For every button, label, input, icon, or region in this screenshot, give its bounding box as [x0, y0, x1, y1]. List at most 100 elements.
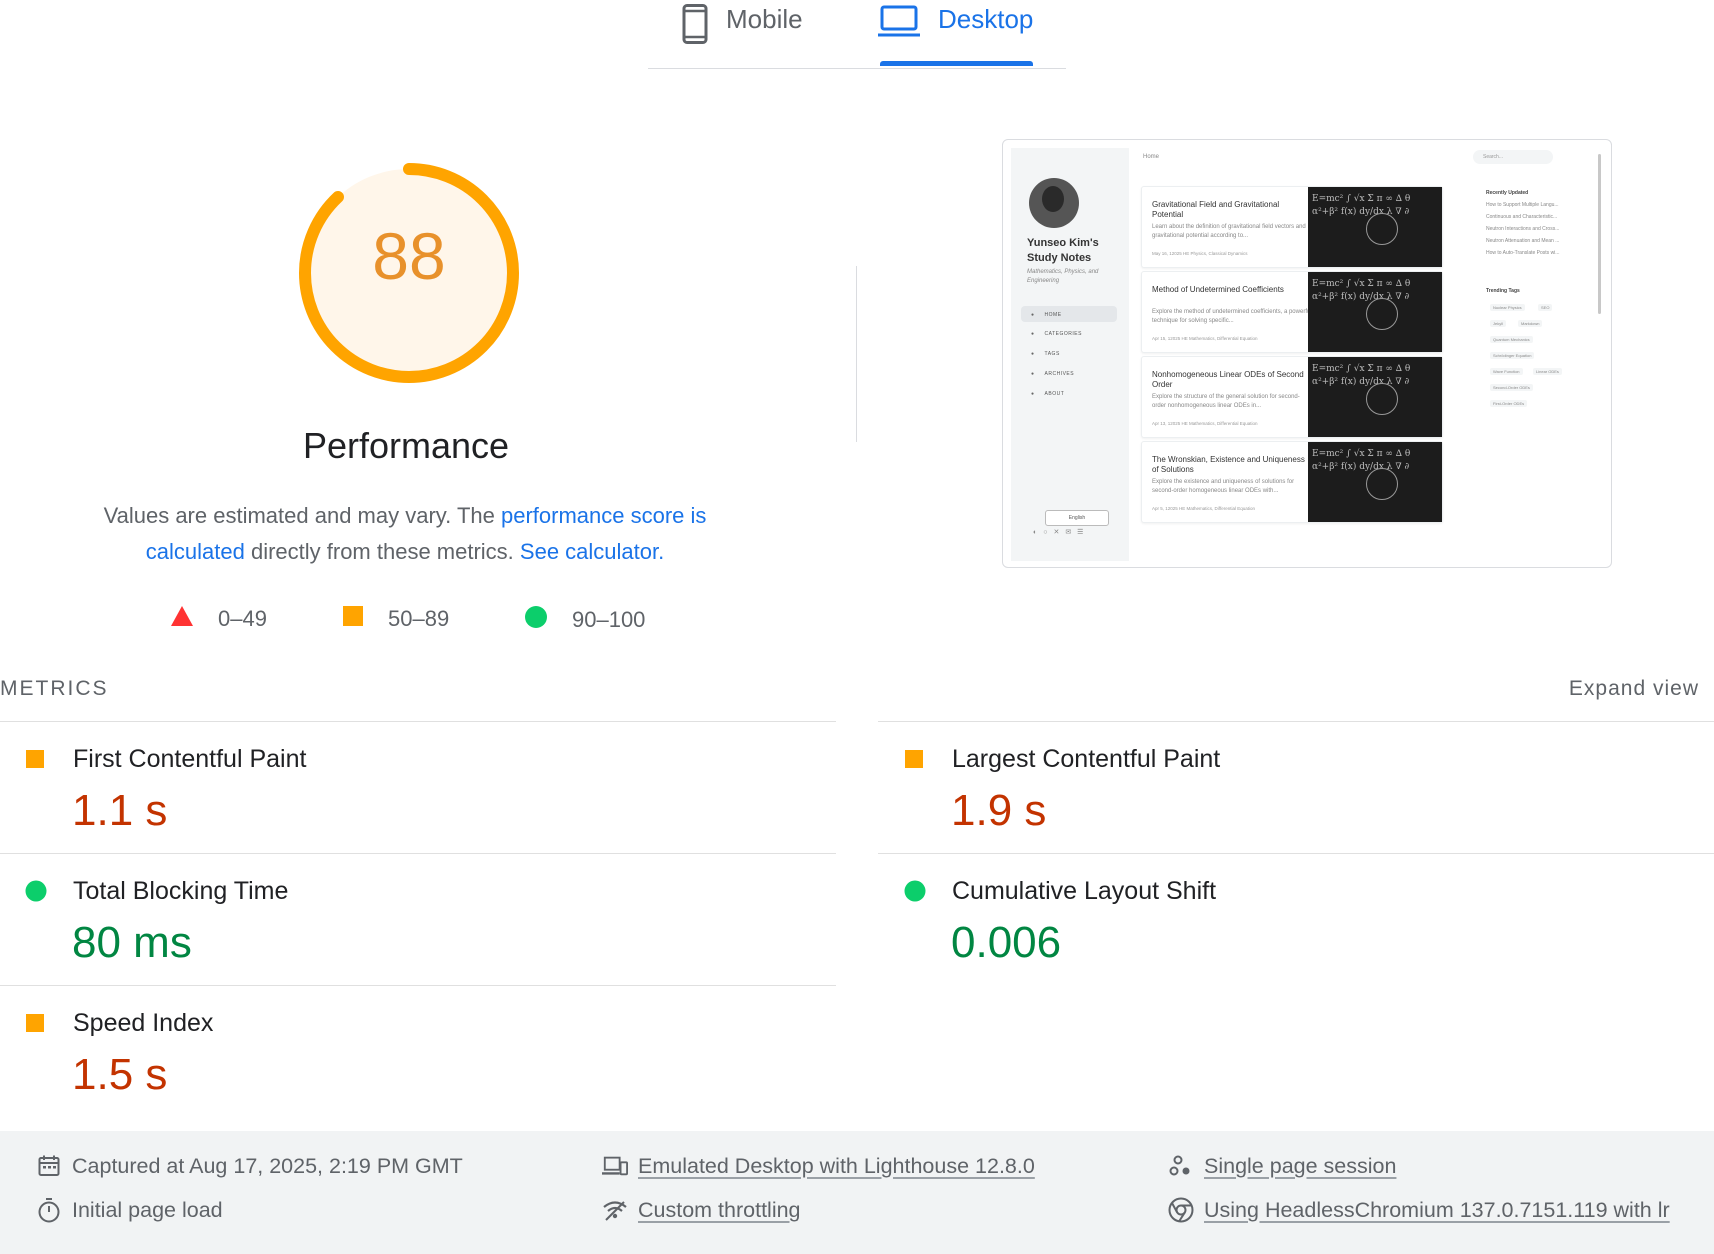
emulated-device[interactable]: Emulated Desktop with Lighthouse 12.8.0 — [602, 1153, 1035, 1179]
post-description: Learn about the definition of gravitatio… — [1152, 224, 1306, 239]
divider — [0, 985, 836, 986]
post-title: Method of Undetermined Coefficients — [1152, 285, 1284, 294]
performance-score: 88 — [372, 219, 446, 293]
description-text-2: directly from these metrics. — [244, 539, 520, 564]
post-description: Explore the existence and uniqueness of … — [1152, 479, 1295, 494]
divider — [878, 853, 1714, 854]
post-card: Gravitational Field and Gravitational Po… — [1141, 186, 1443, 268]
tab-mobile-label: Mobile — [726, 4, 803, 34]
screenshot-sidebar: Yunseo Kim's Study Notes Mathematics, Ph… — [1011, 148, 1129, 561]
divider — [878, 721, 1714, 722]
users-icon — [1168, 1153, 1194, 1179]
avatar — [1029, 178, 1079, 228]
throttling-text: Custom throttling — [638, 1197, 801, 1222]
divider — [0, 853, 836, 854]
metric-value: 0.006 — [951, 918, 1062, 967]
tag: Wave Function — [1490, 368, 1523, 375]
square-icon — [342, 605, 364, 633]
chrome-icon — [1168, 1197, 1194, 1223]
square-icon — [26, 1014, 44, 1037]
wifi-icon — [602, 1197, 628, 1223]
social-icons: ◐○✕✉☰ — [1033, 529, 1090, 536]
legend-average-label: 50–89 — [388, 606, 450, 631]
tag: Quantum Mechanics — [1490, 336, 1533, 343]
runtime-settings-footer: Captured at Aug 17, 2025, 2:19 PM GMT In… — [0, 1131, 1714, 1254]
browser-version[interactable]: Using HeadlessChromium 137.0.7151.119 wi… — [1168, 1197, 1670, 1223]
post-title: Nonhomogeneous Linear ODEs of Second Ord… — [1152, 370, 1304, 389]
score-description: Values are estimated and may vary. The p… — [80, 498, 730, 570]
scrollbar — [1598, 154, 1601, 314]
post-image — [1308, 187, 1442, 267]
tag: SEO — [1538, 304, 1553, 311]
circle-icon — [25, 880, 47, 907]
recent-item: Neutron Attenuation and Mean ... — [1486, 238, 1560, 244]
device-tabs: Mobile Desktop — [648, 0, 1066, 69]
legend-fail: 0–49 — [170, 605, 267, 633]
breadcrumb: Home — [1143, 154, 1160, 160]
nav-home: HOME — [1031, 312, 1062, 318]
language-select: English — [1045, 510, 1109, 526]
post-image — [1308, 272, 1442, 352]
description-text: Values are estimated and may vary. The — [103, 503, 501, 528]
triangle-icon — [170, 605, 194, 633]
recent-item: Neutron Interactions and Cross... — [1486, 226, 1560, 232]
square-icon — [26, 750, 44, 773]
calendar-icon — [36, 1153, 62, 1179]
recent-item: How to Support Multiple Langu... — [1486, 202, 1559, 208]
nav-tags: TAGS — [1031, 351, 1060, 357]
legend-average: 50–89 — [342, 605, 449, 633]
captured-at-text: Captured at Aug 17, 2025, 2:19 PM GMT — [72, 1153, 463, 1178]
post-image — [1308, 357, 1442, 437]
throttling[interactable]: Custom throttling — [602, 1197, 801, 1223]
trending-tags-title: Trending Tags — [1486, 288, 1520, 294]
recent-item: How to Auto-Translate Posts wi... — [1486, 250, 1560, 256]
tab-desktop-label: Desktop — [938, 4, 1034, 34]
final-screenshot[interactable]: Yunseo Kim's Study Notes Mathematics, Ph… — [1002, 139, 1612, 568]
session-type-text: Single page session — [1204, 1153, 1397, 1178]
site-subtitle: Mathematics, Physics, and Engineering — [1027, 269, 1099, 284]
circle-icon — [904, 880, 926, 907]
metrics-heading: METRICS — [0, 677, 109, 700]
session-type[interactable]: Single page session — [1168, 1153, 1396, 1179]
performance-title: Performance — [302, 425, 510, 466]
captured-at: Captured at Aug 17, 2025, 2:19 PM GMT — [36, 1153, 463, 1179]
post-title: Gravitational Field and Gravitational Po… — [1152, 200, 1280, 219]
metric-label: First Contentful Paint — [73, 745, 307, 773]
active-tab-indicator — [880, 61, 1033, 66]
initial-page-load-text: Initial page load — [72, 1197, 223, 1222]
tab-desktop[interactable]: Desktop — [878, 0, 1033, 68]
tag: Nuclear Physics — [1490, 304, 1525, 311]
nav-about: ABOUT — [1031, 391, 1064, 397]
square-icon — [905, 750, 923, 773]
post-description: Explore the method of undetermined coeff… — [1152, 309, 1312, 324]
site-title: Yunseo Kim's Study Notes — [1027, 237, 1099, 264]
post-image — [1308, 442, 1442, 522]
divider — [856, 266, 857, 442]
recently-updated-title: Recently Updated — [1486, 190, 1529, 196]
metric-value: 80 ms — [72, 918, 192, 967]
legend-pass-label: 90–100 — [572, 607, 646, 632]
divider — [0, 721, 836, 722]
metric-label: Total Blocking Time — [73, 877, 289, 905]
metric-label: Speed Index — [73, 1009, 214, 1037]
legend-fail-label: 0–49 — [218, 606, 267, 631]
expand-view-button[interactable]: Expand view — [1569, 677, 1699, 701]
metric-label: Cumulative Layout Shift — [952, 877, 1217, 905]
tab-mobile[interactable]: Mobile — [682, 0, 803, 68]
tag: Second-Order ODEs — [1490, 384, 1533, 391]
recent-item: Continuous and Characteristic... — [1486, 214, 1558, 220]
circle-icon — [524, 605, 548, 635]
post-meta: Apr 15, 12025 HE Mathematics, Differenti… — [1152, 336, 1258, 341]
initial-page-load: Initial page load — [36, 1197, 223, 1223]
post-description: Explore the structure of the general sol… — [1152, 394, 1300, 409]
post-card: Nonhomogeneous Linear ODEs of Second Ord… — [1141, 356, 1443, 438]
tag: Markdown — [1518, 320, 1543, 327]
tag: Linear ODEs — [1533, 368, 1562, 375]
see-calculator-link[interactable]: See calculator. — [520, 539, 664, 564]
post-meta: Apr 13, 12025 HE Mathematics, Differenti… — [1152, 421, 1258, 426]
devices-icon — [602, 1153, 628, 1179]
search-box: Search... — [1473, 150, 1553, 164]
post-meta: May 16, 12025 HE Physics, Classical Dyna… — [1152, 251, 1248, 256]
tag: First-Order ODEs — [1490, 400, 1528, 407]
phone-icon — [682, 4, 708, 51]
